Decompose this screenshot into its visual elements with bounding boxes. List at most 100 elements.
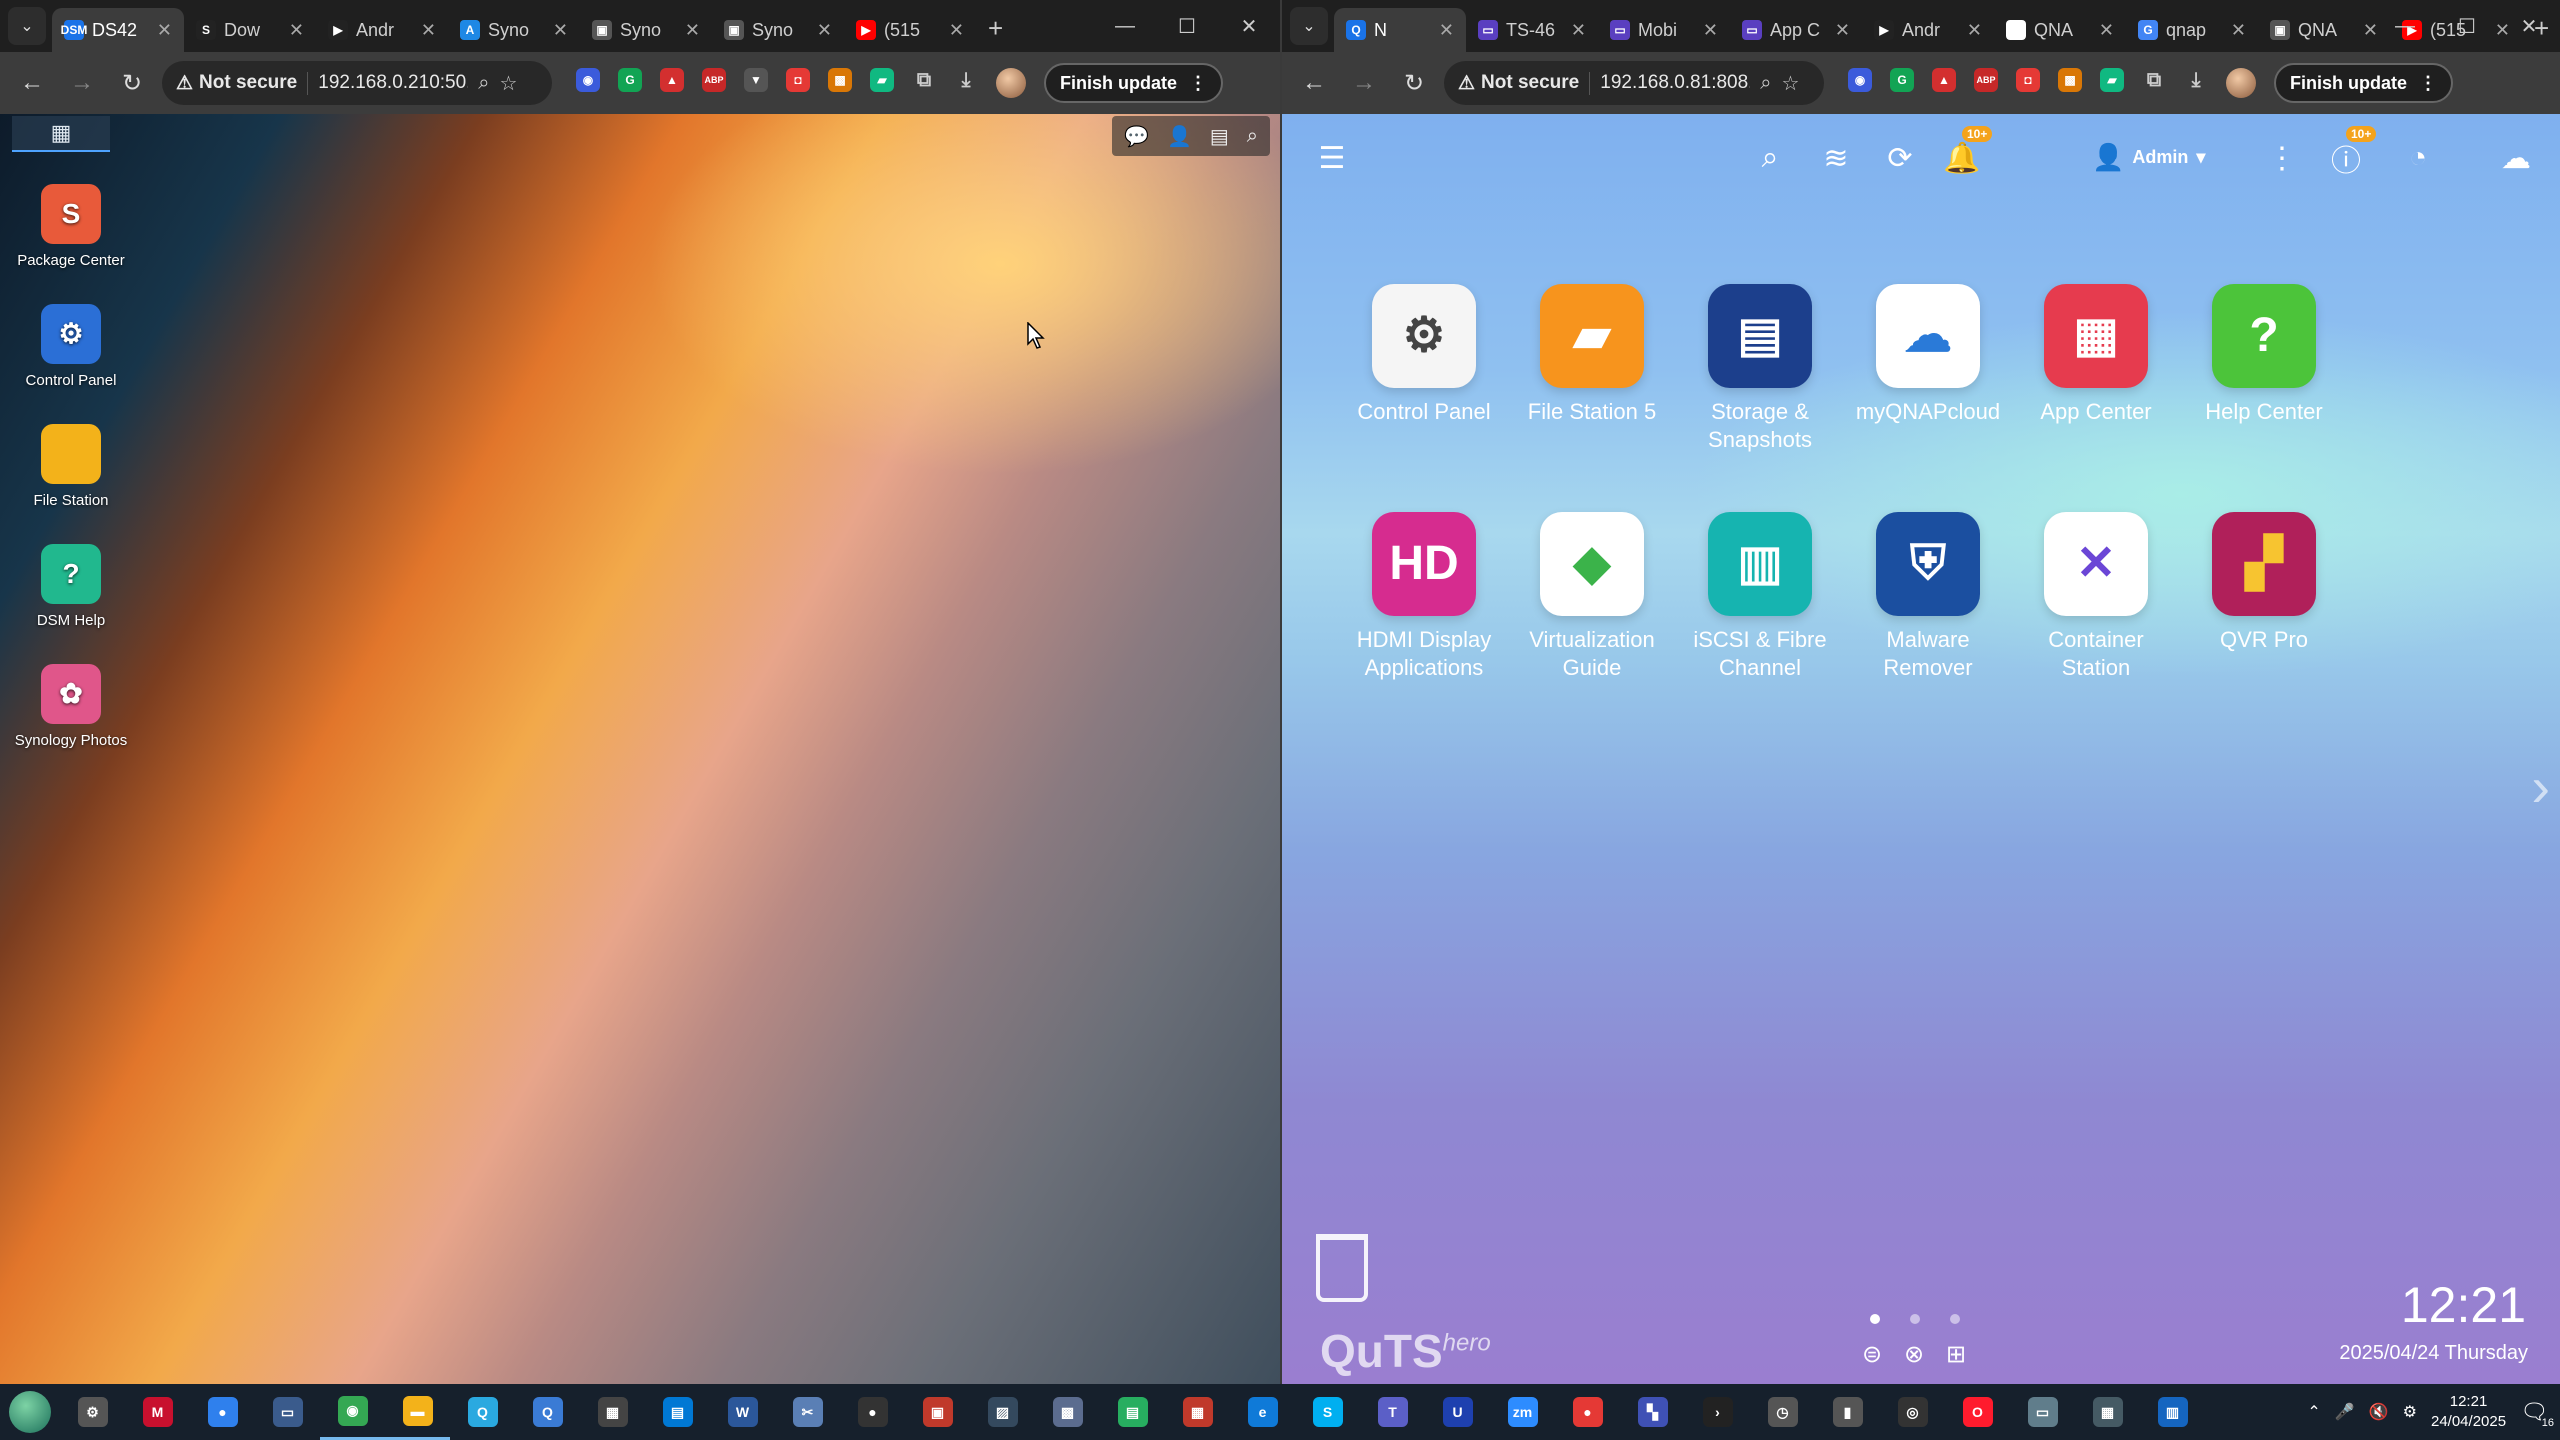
extensions-puzzle-icon[interactable]: ⧉ [2142,68,2166,92]
taskbar-app-word[interactable]: W [710,1384,775,1440]
sync-icon[interactable]: ⟳ [1880,138,1920,178]
search-icon[interactable]: ⌕ [1247,125,1258,148]
tab-close-icon[interactable]: ✕ [157,20,172,41]
taskbar-app-search[interactable]: Q [515,1384,580,1440]
tab-close-icon[interactable]: ✕ [421,20,436,41]
taskbar-app-window[interactable]: ▭ [255,1384,320,1440]
extension-icon[interactable]: ▰ [870,68,894,92]
taskbar-app-u[interactable]: U [1425,1384,1490,1440]
stats-icon[interactable]: ⊞ [1946,1340,1966,1369]
app-shortcut[interactable]: HD HDMI Display Applications [1340,512,1508,682]
reload-button[interactable]: ↻ [112,63,152,103]
finish-update-button[interactable]: Finish update ⋮ [2274,63,2453,103]
app-shortcut[interactable]: ⚙ Control Panel [1340,284,1508,426]
taskbar-app-qfinder[interactable]: Q [450,1384,515,1440]
app-shortcut[interactable]: ◆ Virtualization Guide [1508,512,1676,682]
minimize-button[interactable]: — [2374,15,2436,38]
taskbar-app-plex[interactable]: › [1685,1384,1750,1440]
taskbar-app-dot[interactable]: ● [190,1384,255,1440]
adblock-icon[interactable]: ABP [702,68,726,92]
forward-button[interactable]: → [62,63,102,103]
taskbar-app-store[interactable]: ▤ [645,1384,710,1440]
app-shortcut[interactable]: ☁ myQNAPcloud [1844,284,2012,426]
trash-icon[interactable] [1316,1234,1368,1302]
chevron-up-icon[interactable]: ⌃ [2307,1402,2320,1422]
taskbar-app-edge[interactable]: e [1230,1384,1295,1440]
browser-tab[interactable]: ● QNA ✕ [1994,8,2126,52]
taskbar-app-rec[interactable]: ● [1555,1384,1620,1440]
extension-icon[interactable]: ◉ [576,68,600,92]
extension-icon[interactable]: ◘ [786,68,810,92]
more-options-icon[interactable]: ⋮ [2262,138,2302,178]
address-bar[interactable]: ⚠ Not secure 192.168.0.81:808... ⌕ ☆ [1444,61,1824,105]
tab-close-icon[interactable]: ✕ [553,20,568,41]
tools-icon[interactable]: ⊗ [1904,1340,1924,1369]
browser-tab[interactable]: ▶ Andr ✕ [1862,8,1994,52]
taskbar-app-app2[interactable]: ▨ [970,1384,1035,1440]
settings-icon[interactable]: ⚙ [2403,1402,2417,1422]
back-button[interactable]: ← [1294,63,1334,103]
bookmark-star-icon[interactable]: ☆ [1781,71,1799,96]
next-page-arrow-icon[interactable]: › [2531,754,2550,819]
notification-center-icon[interactable]: 🗨 16 [2520,1399,2554,1429]
search-icon[interactable]: ⌕ [1750,138,1790,178]
volume-muted-icon[interactable]: 🔇 [2369,1402,2389,1422]
page-dot[interactable] [1870,1314,1880,1324]
tab-close-icon[interactable]: ✕ [289,20,304,41]
desktop-shortcut[interactable]: File Station [14,424,128,510]
network-icon[interactable]: ⊜ [1862,1340,1882,1369]
tab-close-icon[interactable]: ✕ [1835,20,1850,41]
app-shortcut[interactable]: ? Help Center [2180,284,2348,426]
taskbar-app-usb[interactable]: ▮ [1815,1384,1880,1440]
user-menu[interactable]: 👤 Admin ▾ [2092,142,2205,173]
tab-close-icon[interactable]: ✕ [2099,20,2114,41]
browser-tab[interactable]: ▶ Andr ✕ [316,8,448,52]
close-window-button[interactable]: ✕ [2498,14,2560,39]
browser-tab[interactable]: ▶ (515 ✕ [844,8,976,52]
address-bar[interactable]: ⚠ Not secure 192.168.0.210:50... ⌕ ☆ [162,61,552,105]
desktop-shortcut[interactable]: S Package Center [14,184,128,270]
browser-tab[interactable]: Q N ✕ [1334,8,1466,52]
extension-icon[interactable]: ◉ [1848,68,1872,92]
back-button[interactable]: ← [12,63,52,103]
maximize-button[interactable]: ☐ [1156,14,1218,39]
taskbar-app-zoom[interactable]: zm [1490,1384,1555,1440]
cloud-icon[interactable]: ☁ [2496,138,2536,178]
tab-close-icon[interactable]: ✕ [2231,20,2246,41]
app-shortcut[interactable]: ▰ File Station 5 [1508,284,1676,426]
taskbar-app-net[interactable]: ▚ [1620,1384,1685,1440]
app-shortcut[interactable]: ✕ Container Station [2012,512,2180,682]
app-shortcut[interactable]: ⛨ Malware Remover [1844,512,2012,682]
forward-button[interactable]: → [1344,63,1384,103]
extension-icon[interactable]: ▩ [828,68,852,92]
taskbar-app-clock[interactable]: ◷ [1750,1384,1815,1440]
extension-icon[interactable]: ▩ [2058,68,2082,92]
tab-close-icon[interactable]: ✕ [1967,20,1982,41]
browser-tab[interactable]: ▣ QNA ✕ [2258,8,2390,52]
reload-button[interactable]: ↻ [1394,63,1434,103]
browser-tab[interactable]: ▭ App C ✕ [1730,8,1862,52]
tab-search-button[interactable]: ⌄ [1290,7,1328,45]
taskbar-clock[interactable]: 12:21 24/04/2025 [2431,1392,2506,1432]
taskbar-app-teams[interactable]: T [1360,1384,1425,1440]
taskbar-app-opera[interactable]: O [1945,1384,2010,1440]
page-dot[interactable] [1950,1314,1960,1324]
tab-close-icon[interactable]: ✕ [1571,20,1586,41]
taskbar-app-snip[interactable]: ✂ [775,1384,840,1440]
download-icon[interactable]: ⤓ [2184,68,2208,92]
browser-tab[interactable]: Gqnap ✕ [2126,8,2258,52]
app-shortcut[interactable]: ▦ App Center [2012,284,2180,426]
taskbar-app-explorer[interactable]: ▬ [385,1384,450,1440]
extension-icon[interactable]: ▲ [1932,68,1956,92]
taskbar-app-calc[interactable]: ▦ [580,1384,645,1440]
taskbar-app-app4[interactable]: ▤ [1100,1384,1165,1440]
new-tab-button[interactable]: + [988,13,1003,44]
notification-bell-icon[interactable]: 🔔 10+ [1942,126,1993,178]
tab-close-icon[interactable]: ✕ [949,20,964,41]
page-dot[interactable] [1910,1314,1920,1324]
info-icon[interactable]: ⓘ 10+ [2326,126,2377,178]
bookmark-star-icon[interactable]: ☆ [499,71,517,96]
browser-tab[interactable]: S Dow ✕ [184,8,316,52]
browser-tab[interactable]: DSM DS42 ✕ [52,8,184,52]
taskbar-app-shot[interactable]: ▭ [2010,1384,2075,1440]
